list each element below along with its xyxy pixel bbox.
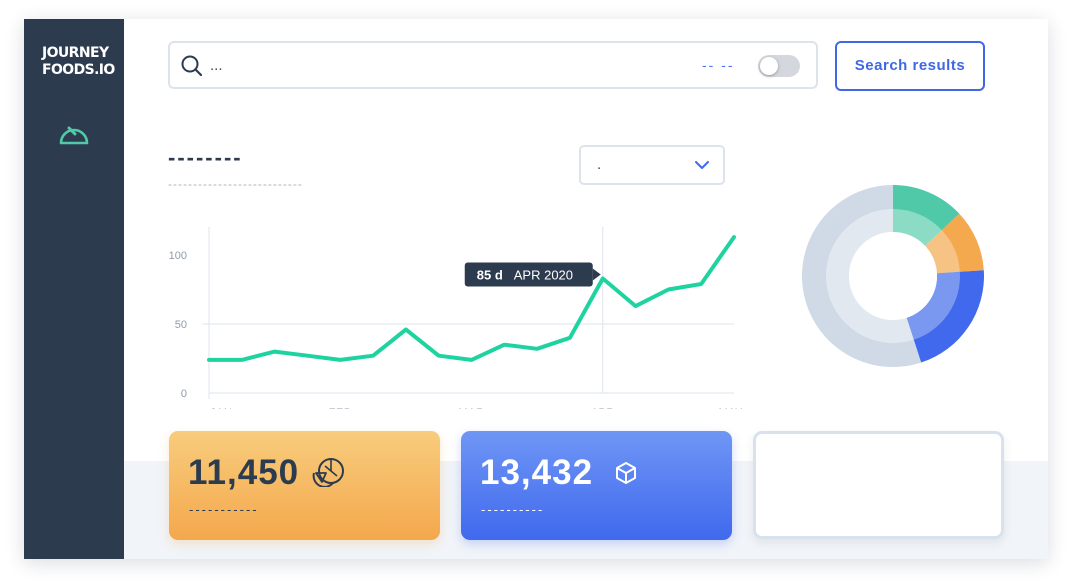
stat-label: ----------- <box>189 502 259 517</box>
x-tick-label: FEB <box>329 407 352 409</box>
app-window: JOURNEY FOODS.IO ... -- -- Search result… <box>24 19 1048 559</box>
tooltip-pointer <box>592 268 601 281</box>
dropdown-value: . <box>597 156 602 173</box>
tooltip-value: 85 d <box>477 267 503 282</box>
y-tick-label: 0 <box>181 388 187 400</box>
toggle-knob[interactable] <box>760 57 778 75</box>
stat-card-ingredients[interactable]: 11,450 ----------- <box>169 431 440 540</box>
search-results-button[interactable]: Search results <box>835 41 985 91</box>
x-tick-label: MAY <box>718 407 743 409</box>
series-line <box>207 235 736 362</box>
brand-logo[interactable]: JOURNEY FOODS.IO <box>42 45 115 79</box>
sidebar: JOURNEY FOODS.IO <box>24 19 124 559</box>
x-tick-label: MAR <box>459 407 485 409</box>
search-bar[interactable]: ... -- -- <box>168 41 818 89</box>
search-filter-placeholder: -- -- <box>702 57 735 73</box>
tooltip-date: APR 2020 <box>514 267 573 282</box>
y-tick-label: 50 <box>175 319 187 331</box>
search-toggle[interactable] <box>758 55 800 77</box>
chevron-down-icon[interactable] <box>695 159 709 171</box>
stat-card-empty[interactable] <box>753 431 1004 539</box>
citrus-slice-icon <box>312 458 344 487</box>
line-chart: 100 50 0 JAN FEB MAR APR MAY 85 d APR 2020 <box>169 227 743 409</box>
stat-card-products[interactable]: 13,432 ---------- <box>461 431 732 540</box>
stat-value: 13,432 <box>480 453 594 492</box>
search-icon <box>181 55 203 77</box>
donut-chart <box>802 185 984 367</box>
x-tick-label: APR <box>591 407 615 409</box>
stat-label: ---------- <box>481 502 545 517</box>
donut-hole <box>849 232 937 320</box>
dashboard-gauge-icon[interactable] <box>58 119 90 147</box>
marker-tooltip: 85 d APR 2020 <box>464 262 601 287</box>
search-input[interactable]: ... <box>210 57 223 74</box>
box-icon <box>616 462 636 484</box>
x-tick-label: JAN <box>210 407 232 409</box>
chart-subtitle: --------------------------- <box>168 177 303 191</box>
y-tick-label: 100 <box>169 250 187 262</box>
period-dropdown[interactable]: . <box>579 145 725 185</box>
stat-value: 11,450 <box>188 453 300 492</box>
chart-title: -------- <box>168 145 243 170</box>
